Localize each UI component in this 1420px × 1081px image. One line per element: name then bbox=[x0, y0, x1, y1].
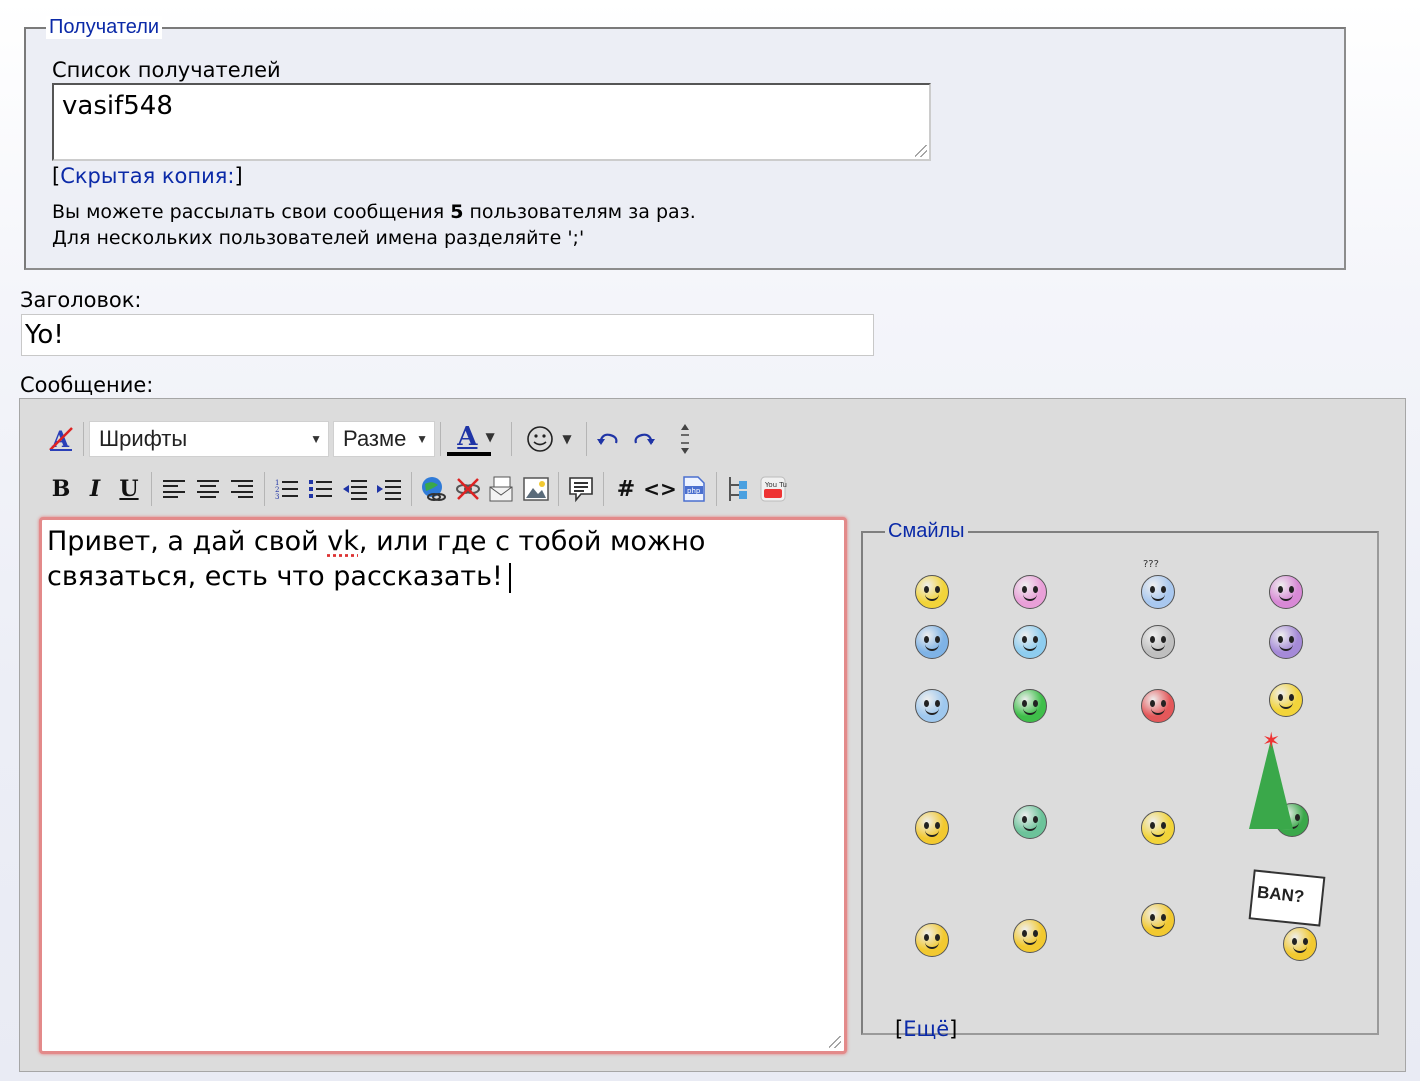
smiley-confused-icon[interactable] bbox=[1141, 575, 1175, 609]
smiley-angel-icon[interactable] bbox=[1269, 683, 1303, 717]
spoiler-tree-icon[interactable] bbox=[722, 472, 756, 506]
smiley-angry-icon[interactable] bbox=[1141, 689, 1175, 723]
toolbar-row-2: B I U 123 # <> php You Tu bbox=[44, 469, 790, 509]
smiley-smile-icon[interactable] bbox=[915, 575, 949, 609]
php-code-button[interactable]: php bbox=[677, 472, 711, 506]
svg-text:3: 3 bbox=[275, 493, 279, 500]
smiley-laugh-point-icon[interactable] bbox=[915, 811, 949, 845]
recipients-legend: Получатели bbox=[46, 16, 163, 39]
smiley-facepalm-icon[interactable] bbox=[915, 923, 949, 957]
bold-button[interactable]: B bbox=[44, 472, 78, 506]
smiley-green-alien-icon[interactable] bbox=[1013, 805, 1047, 839]
smiley-scared-icon[interactable] bbox=[1141, 811, 1175, 845]
undo-icon[interactable] bbox=[592, 422, 626, 456]
question-marks-label: ??? bbox=[1143, 559, 1159, 570]
font-color-button[interactable]: A ▼ bbox=[446, 422, 506, 456]
smiley-blush-icon[interactable] bbox=[1013, 575, 1047, 609]
smiley-dance-icon[interactable] bbox=[1141, 903, 1175, 937]
size-select[interactable]: Разме ▼ bbox=[333, 421, 435, 457]
smiley-crazy-icon[interactable] bbox=[1013, 919, 1047, 953]
outdent-icon[interactable] bbox=[338, 472, 372, 506]
quote-icon[interactable] bbox=[564, 472, 598, 506]
smileys-fieldset: Смайлы ✶ ??? BAN? [Ещё] bbox=[861, 520, 1379, 1041]
recipients-fieldset: Получатели Список получателей vasif548 [… bbox=[24, 16, 1346, 270]
misspelled-word: vk bbox=[327, 526, 359, 557]
underline-button[interactable]: U bbox=[112, 472, 146, 506]
bcc-line: [Скрытая копия:] bbox=[52, 164, 243, 188]
italic-button[interactable]: I bbox=[78, 472, 112, 506]
chevron-down-icon: ▼ bbox=[562, 432, 572, 446]
unordered-list-icon[interactable] bbox=[304, 472, 338, 506]
remove-format-icon[interactable]: A bbox=[44, 422, 78, 456]
recipients-input[interactable]: vasif548 bbox=[52, 83, 931, 161]
chevron-down-icon: ▼ bbox=[485, 430, 495, 444]
bcc-link[interactable]: Скрытая копия: bbox=[60, 164, 234, 188]
smiley-menu-button[interactable]: ▼ bbox=[517, 422, 581, 456]
resize-editor-icon[interactable] bbox=[668, 422, 702, 456]
svg-text:You Tube: You Tube bbox=[764, 481, 787, 489]
indent-icon[interactable] bbox=[372, 472, 406, 506]
recipients-input-value: vasif548 bbox=[62, 91, 173, 121]
smiley-sad-purple-icon[interactable] bbox=[1269, 625, 1303, 659]
editor-panel: A Шрифты▼ Разме▼ A ▼ ▼ bbox=[19, 398, 1406, 1072]
remove-link-icon[interactable] bbox=[451, 472, 485, 506]
smiley-ban-icon[interactable] bbox=[1283, 927, 1317, 961]
insert-link-icon[interactable] bbox=[417, 472, 451, 506]
youtube-icon[interactable]: You Tube bbox=[756, 472, 790, 506]
align-right-icon[interactable] bbox=[225, 472, 259, 506]
ordered-list-icon[interactable]: 123 bbox=[270, 472, 304, 506]
chevron-down-icon: ▼ bbox=[416, 432, 428, 446]
chevron-down-icon: ▼ bbox=[310, 432, 322, 446]
subject-input[interactable]: Yo! bbox=[21, 314, 874, 356]
smiley-wink-blue-icon[interactable] bbox=[1013, 625, 1047, 659]
svg-text:php: php bbox=[687, 487, 701, 495]
hash-button[interactable]: # bbox=[609, 472, 643, 506]
more-smileys: [Ещё] bbox=[895, 1017, 958, 1041]
toolbar-row-1: A Шрифты▼ Разме▼ A ▼ ▼ bbox=[44, 419, 702, 459]
smiley-green-grin-icon[interactable] bbox=[1013, 689, 1047, 723]
message-text: Привет, а дай свой vk, или где с тобой м… bbox=[47, 526, 706, 593]
code-button[interactable]: <> bbox=[643, 472, 677, 506]
align-left-icon[interactable] bbox=[157, 472, 191, 506]
resize-grip[interactable] bbox=[829, 1036, 841, 1048]
smiley-icon bbox=[527, 426, 554, 452]
resize-grip[interactable] bbox=[915, 145, 927, 157]
recipients-note: Вы можете рассылать свои сообщения 5 пол… bbox=[52, 201, 696, 249]
text-caret bbox=[508, 562, 511, 593]
smiley-cool-icon[interactable] bbox=[915, 689, 949, 723]
smileys-legend: Смайлы bbox=[885, 520, 968, 543]
font-color-icon: A bbox=[457, 422, 478, 452]
subject-label: Заголовок: bbox=[20, 288, 142, 312]
insert-image-icon[interactable] bbox=[519, 472, 553, 506]
message-label: Сообщение: bbox=[20, 373, 154, 397]
recipients-list-label: Список получателей bbox=[52, 58, 281, 82]
font-select[interactable]: Шрифты ▼ bbox=[89, 421, 329, 457]
smiley-pink-happy-icon[interactable] bbox=[1269, 575, 1303, 609]
recipients-limit: 5 bbox=[450, 201, 464, 223]
redo-icon[interactable] bbox=[626, 422, 660, 456]
smiley-shocked-icon[interactable] bbox=[1141, 625, 1175, 659]
more-smileys-link[interactable]: Ещё bbox=[903, 1017, 949, 1041]
insert-email-icon[interactable] bbox=[485, 472, 519, 506]
smiley-blue-grin-icon[interactable] bbox=[915, 625, 949, 659]
star-icon: ✶ bbox=[1262, 729, 1281, 754]
message-textarea[interactable]: Привет, а дай свой vk, или где с тобой м… bbox=[39, 517, 847, 1054]
align-center-icon[interactable] bbox=[191, 472, 225, 506]
